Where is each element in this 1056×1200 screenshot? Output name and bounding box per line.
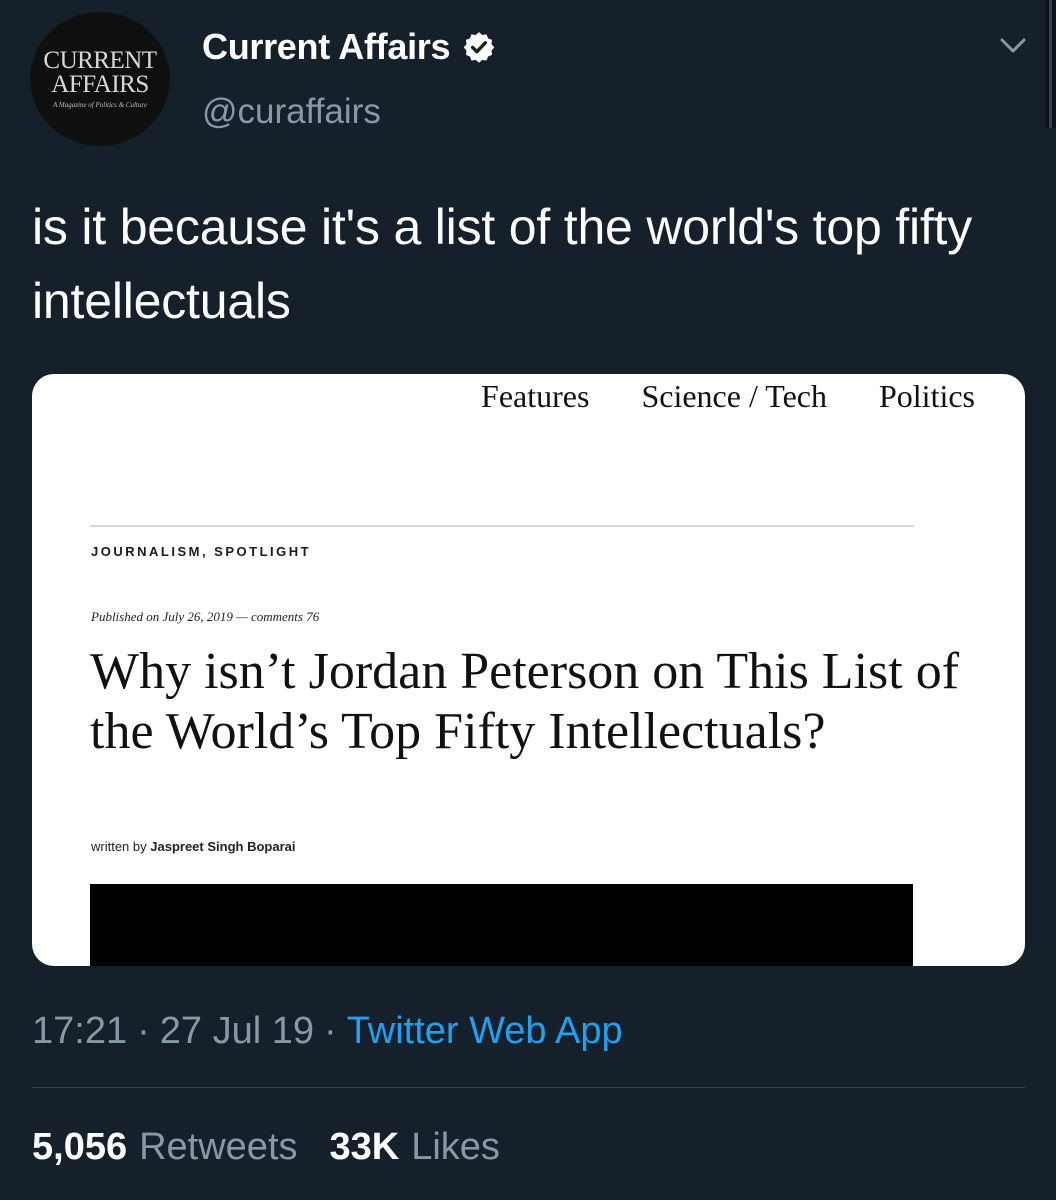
likes-label: Likes — [411, 1126, 500, 1168]
card-byline: written by Jaspreet Singh Boparai — [91, 839, 295, 854]
byline-prefix: written by — [91, 839, 147, 854]
meta-separator: · — [137, 1010, 150, 1052]
card-publish-meta: Published on July 26, 2019 — comments 76 — [91, 609, 319, 625]
card-nav-item-features: Features — [481, 378, 590, 414]
avatar-logo-tagline: A Magazine of Politics & Culture — [53, 101, 147, 109]
author-name[interactable]: Current Affairs — [202, 26, 451, 68]
tweet-metadata: 17:21 · 27 Jul 19 · Twitter Web App — [32, 1010, 623, 1053]
card-image — [90, 884, 913, 966]
comments-count: comments 76 — [250, 609, 320, 624]
engagement-stats: 5,056 Retweets 33K Likes — [32, 1126, 500, 1169]
byline-author: Jaspreet Singh Boparai — [150, 839, 296, 854]
card-category: JOURNALISM, SPOTLIGHT — [91, 544, 312, 559]
likes-stat[interactable]: 33K Likes — [330, 1126, 500, 1169]
retweets-label: Retweets — [139, 1126, 298, 1168]
meta-dash: — — [236, 609, 248, 624]
chevron-down-icon[interactable] — [996, 32, 1030, 60]
card-divider — [90, 525, 914, 527]
author-handle[interactable]: @curaffairs — [202, 92, 381, 132]
scrollbar[interactable] — [1046, 0, 1056, 128]
tweet-date[interactable]: 27 Jul 19 — [160, 1010, 314, 1053]
card-nav: Features Science / Tech Politics — [481, 378, 975, 415]
card-nav-item-politics: Politics — [878, 378, 975, 414]
card-nav-item-science-tech: Science / Tech — [641, 378, 827, 414]
published-prefix: Published on — [91, 609, 160, 624]
avatar-logo-line2: AFFAIRS — [51, 71, 149, 98]
retweets-stat[interactable]: 5,056 Retweets — [32, 1126, 298, 1169]
link-preview-card[interactable]: Features Science / Tech Politics JOURNAL… — [32, 374, 1025, 966]
avatar[interactable]: CURRENT AFFAIRS A Magazine of Politics &… — [30, 12, 170, 146]
meta-separator: · — [323, 1010, 337, 1052]
tweet-source-link[interactable]: Twitter Web App — [347, 1010, 623, 1053]
avatar-logo-line1: CURRENT — [43, 47, 157, 74]
verified-badge-icon — [463, 32, 495, 63]
retweets-count: 5,056 — [32, 1126, 128, 1168]
divider — [32, 1087, 1025, 1088]
tweet: CURRENT AFFAIRS A Magazine of Politics &… — [0, 0, 1056, 1200]
published-date: July 26, 2019 — [162, 609, 233, 624]
author-name-row[interactable]: Current Affairs — [202, 26, 496, 68]
likes-count: 33K — [329, 1126, 400, 1168]
card-headline: Why isn’t Jordan Peterson on This List o… — [90, 643, 960, 760]
tweet-time[interactable]: 17:21 — [32, 1010, 127, 1053]
tweet-text: is it because it's a list of the world's… — [32, 199, 973, 329]
